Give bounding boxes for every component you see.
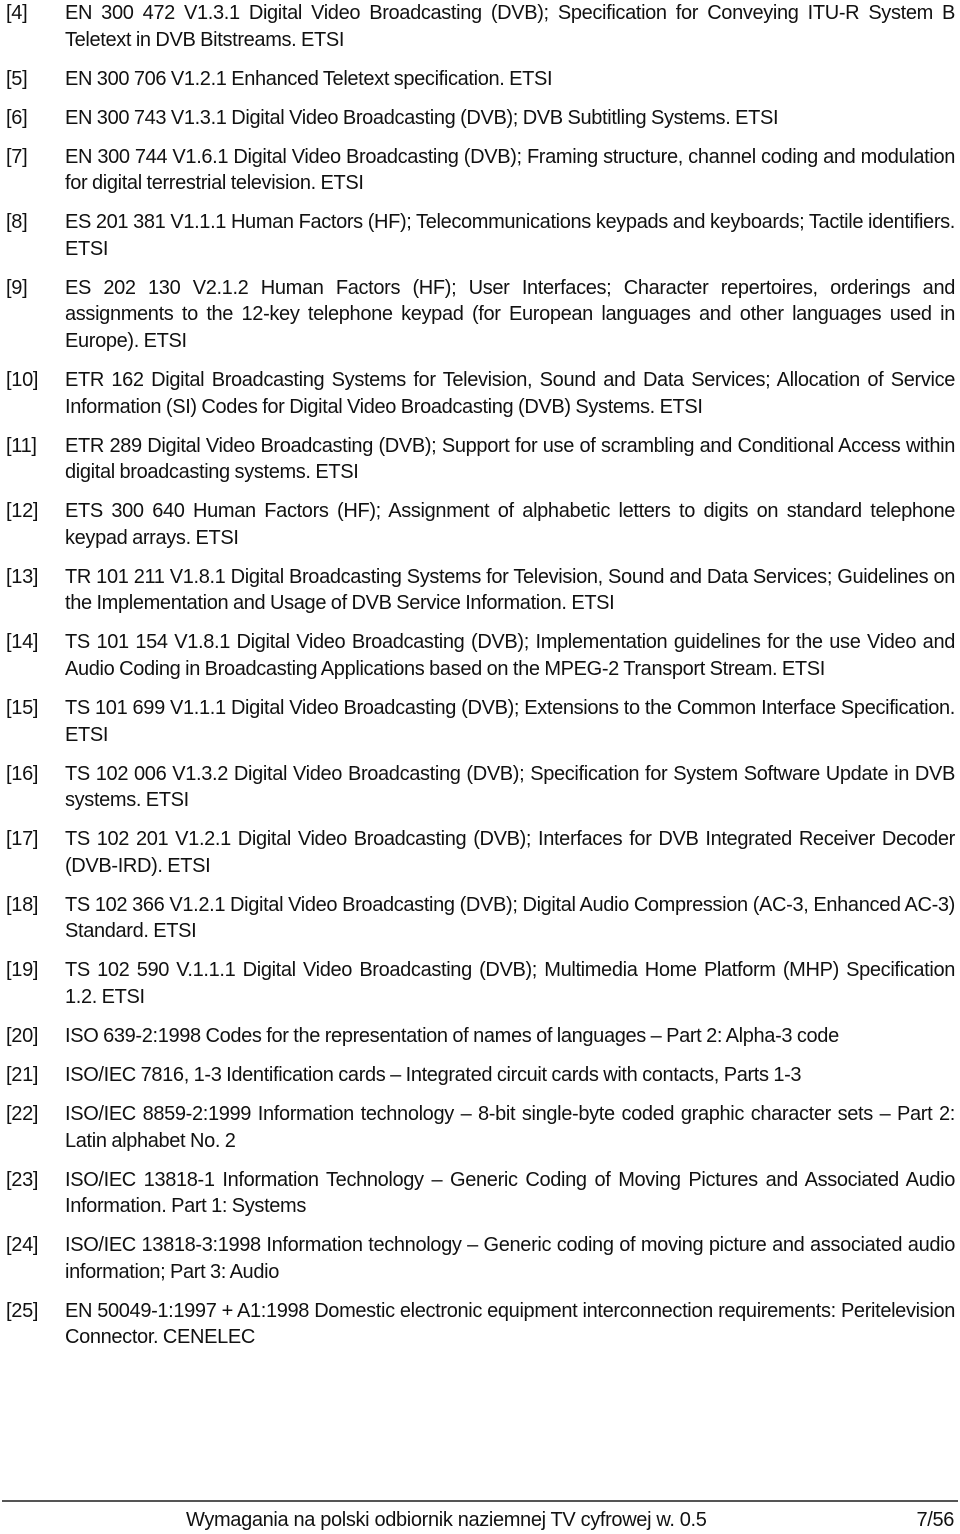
reference-label: [24] — [6, 1234, 39, 1257]
page-number: 7/56 — [916, 1509, 954, 1531]
footer-document-title: Wymagania na polski odbiornik naziemnej … — [186, 1509, 707, 1531]
reference-label: [13] — [6, 565, 39, 588]
reference-label: [12] — [6, 500, 39, 523]
reference-label: [15] — [6, 697, 39, 720]
reference-label: [23] — [6, 1168, 39, 1191]
reference-label: [4] — [6, 2, 28, 24]
reference-text: EN 300 744 V1.6.1 Digital Video Broadcas… — [65, 145, 955, 195]
reference-item: [6] EN 300 743 V1.3.1 Digital Video Broad… — [0, 105, 960, 132]
reference-label: [8] — [6, 211, 28, 234]
reference-item: [22] ISO/IEC 8859-2:1999 Information tech… — [0, 1101, 960, 1154]
reference-label: [20] — [6, 1025, 39, 1047]
reference-text: ISO/IEC 8859-2:1999 Information technolo… — [65, 1103, 955, 1152]
reference-item: [7] EN 300 744 V1.6.1 Digital Video Broad… — [0, 144, 960, 197]
page-footer: Wymagania na polski odbiornik naziemnej … — [0, 1507, 960, 1534]
reference-label: [16] — [6, 762, 39, 785]
reference-text: TS 102 201 V1.2.1 Digital Video Broadcas… — [65, 828, 955, 877]
reference-text: TS 102 366 V1.2.1 Digital Video Broadcas… — [65, 893, 955, 943]
reference-text: ES 202 130 V2.1.2 Human Factors (HF); Us… — [65, 276, 955, 352]
reference-text: ETR 162 Digital Broadcasting Systems for… — [65, 369, 955, 418]
reference-item: [11] ETR 289 Digital Video Broadcasting (… — [0, 433, 960, 486]
reference-text: TS 102 590 V.1.1.1 Digital Video Broadca… — [65, 959, 955, 1008]
reference-list: [4] EN 300 472 V1.3.1 Digital Video Broad… — [0, 0, 960, 1364]
reference-text: ISO/IEC 13818-3:1998 Information technol… — [65, 1234, 955, 1283]
reference-label: [25] — [6, 1299, 39, 1322]
reference-text: ES 201 381 V1.1.1 Human Factors (HF); Te… — [65, 211, 955, 260]
reference-item: [4] EN 300 472 V1.3.1 Digital Video Broad… — [0, 0, 960, 53]
reference-text: TS 101 699 V1.1.1 Digital Video Broadcas… — [65, 697, 955, 746]
reference-item: [15] TS 101 699 V1.1.1 Digital Video Broa… — [0, 695, 960, 748]
reference-item: [9] ES 202 130 V2.1.2 Human Factors (HF);… — [0, 275, 960, 355]
footer-divider — [2, 1500, 958, 1502]
reference-item: [21] ISO/IEC 7816, 1-3 Identification car… — [0, 1062, 960, 1089]
reference-label: [14] — [6, 631, 39, 654]
reference-text: EN 300 472 V1.3.1 Digital Video Broadcas… — [65, 2, 955, 51]
reference-label: [18] — [6, 893, 39, 916]
reference-text: TS 102 006 V1.3.2 Digital Video Broadcas… — [65, 762, 955, 812]
reference-label: [7] — [6, 145, 28, 168]
reference-item: [23] ISO/IEC 13818-1 Information Technolo… — [0, 1167, 960, 1220]
reference-text: ISO 639-2:1998 Codes for the representat… — [65, 1025, 839, 1047]
reference-text: EN 50049-1:1997 + A1:1998 Domestic elect… — [65, 1299, 955, 1349]
reference-item: [16] TS 102 006 V1.3.2 Digital Video Broa… — [0, 761, 960, 814]
reference-text: ETR 289 Digital Video Broadcasting (DVB)… — [65, 434, 955, 484]
reference-label: [17] — [6, 828, 39, 851]
reference-label: [5] — [6, 67, 28, 90]
reference-label: [6] — [6, 106, 28, 129]
reference-item: [13] TR 101 211 V1.8.1 Digital Broadcasti… — [0, 564, 960, 617]
reference-item: [12] ETS 300 640 Human Factors (HF); Assi… — [0, 498, 960, 551]
reference-label: [22] — [6, 1103, 39, 1126]
reference-item: [8] ES 201 381 V1.1.1 Human Factors (HF);… — [0, 209, 960, 262]
reference-item: [17] TS 102 201 V1.2.1 Digital Video Broa… — [0, 826, 960, 879]
reference-item: [14] TS 101 154 V1.8.1 Digital Video Broa… — [0, 629, 960, 682]
reference-item: [20] ISO 639-2:1998 Codes for the represe… — [0, 1023, 960, 1050]
reference-text: ISO/IEC 7816, 1-3 Identification cards –… — [65, 1064, 802, 1087]
reference-text: TS 101 154 V1.8.1 Digital Video Broadcas… — [65, 631, 955, 680]
reference-label: [21] — [6, 1064, 39, 1087]
reference-text: EN 300 743 V1.3.1 Digital Video Broadcas… — [65, 106, 779, 129]
reference-text: TR 101 211 V1.8.1 Digital Broadcasting S… — [65, 565, 955, 615]
reference-label: [9] — [6, 276, 28, 299]
reference-label: [19] — [6, 959, 39, 982]
reference-label: [11] — [6, 434, 37, 457]
reference-item: [10] ETR 162 Digital Broadcasting Systems… — [0, 367, 960, 420]
reference-label: [10] — [6, 369, 39, 392]
reference-item: [25] EN 50049-1:1997 + A1:1998 Domestic e… — [0, 1298, 960, 1351]
reference-text: EN 300 706 V1.2.1 Enhanced Teletext spec… — [65, 67, 553, 90]
reference-item: [19] TS 102 590 V.1.1.1 Digital Video Bro… — [0, 957, 960, 1010]
reference-item: [18] TS 102 366 V1.2.1 Digital Video Broa… — [0, 892, 960, 945]
reference-text: ISO/IEC 13818-1 Information Technology –… — [65, 1168, 955, 1218]
reference-item: [5] EN 300 706 V1.2.1 Enhanced Teletext s… — [0, 66, 960, 93]
reference-item: [24] ISO/IEC 13818-3:1998 Information tec… — [0, 1232, 960, 1285]
reference-text: ETS 300 640 Human Factors (HF); Assignme… — [65, 500, 955, 549]
